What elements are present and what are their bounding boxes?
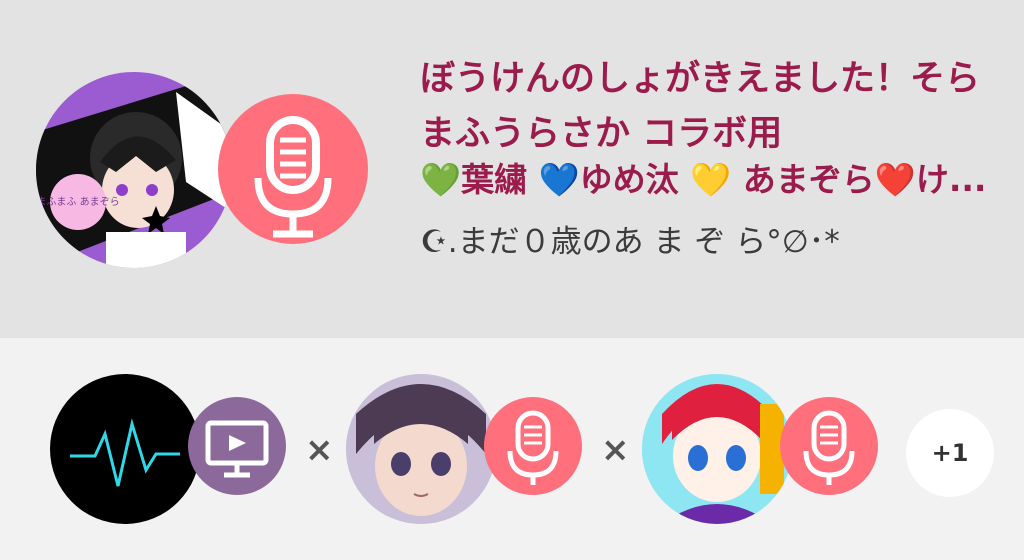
times-separator: × bbox=[305, 430, 334, 470]
members-line: 💚葉繍 💙ゆめ汰 💛 あまぞら❤️け... bbox=[420, 160, 987, 199]
times-separator: × bbox=[601, 430, 630, 470]
participant-avatar-2[interactable] bbox=[346, 374, 496, 524]
collab-subtitle: ☪.まだ０歳のあ ま ぞ ら°∅･* bbox=[420, 224, 840, 260]
participant-avatar-3[interactable] bbox=[642, 374, 792, 524]
more-participants-button[interactable]: +1 bbox=[906, 409, 994, 497]
video-monitor-icon bbox=[188, 397, 286, 495]
main-avatar[interactable]: まふまふ あまぞら bbox=[36, 72, 232, 268]
collab-title[interactable]: ぼうけんのしょがきえました！そらまふうらさか コラボ用 bbox=[420, 52, 1010, 162]
microphone-icon bbox=[484, 397, 582, 495]
microphone-icon bbox=[780, 397, 878, 495]
participant-avatar-1[interactable] bbox=[50, 374, 200, 524]
microphone-icon bbox=[218, 94, 368, 244]
collab-header: まふまふ あまぞら ぼうけんのしょがきえました！そらまふうらさか コラボ用 💚葉… bbox=[0, 0, 1024, 338]
bubble-label: まふまふ あまぞら bbox=[36, 196, 119, 208]
